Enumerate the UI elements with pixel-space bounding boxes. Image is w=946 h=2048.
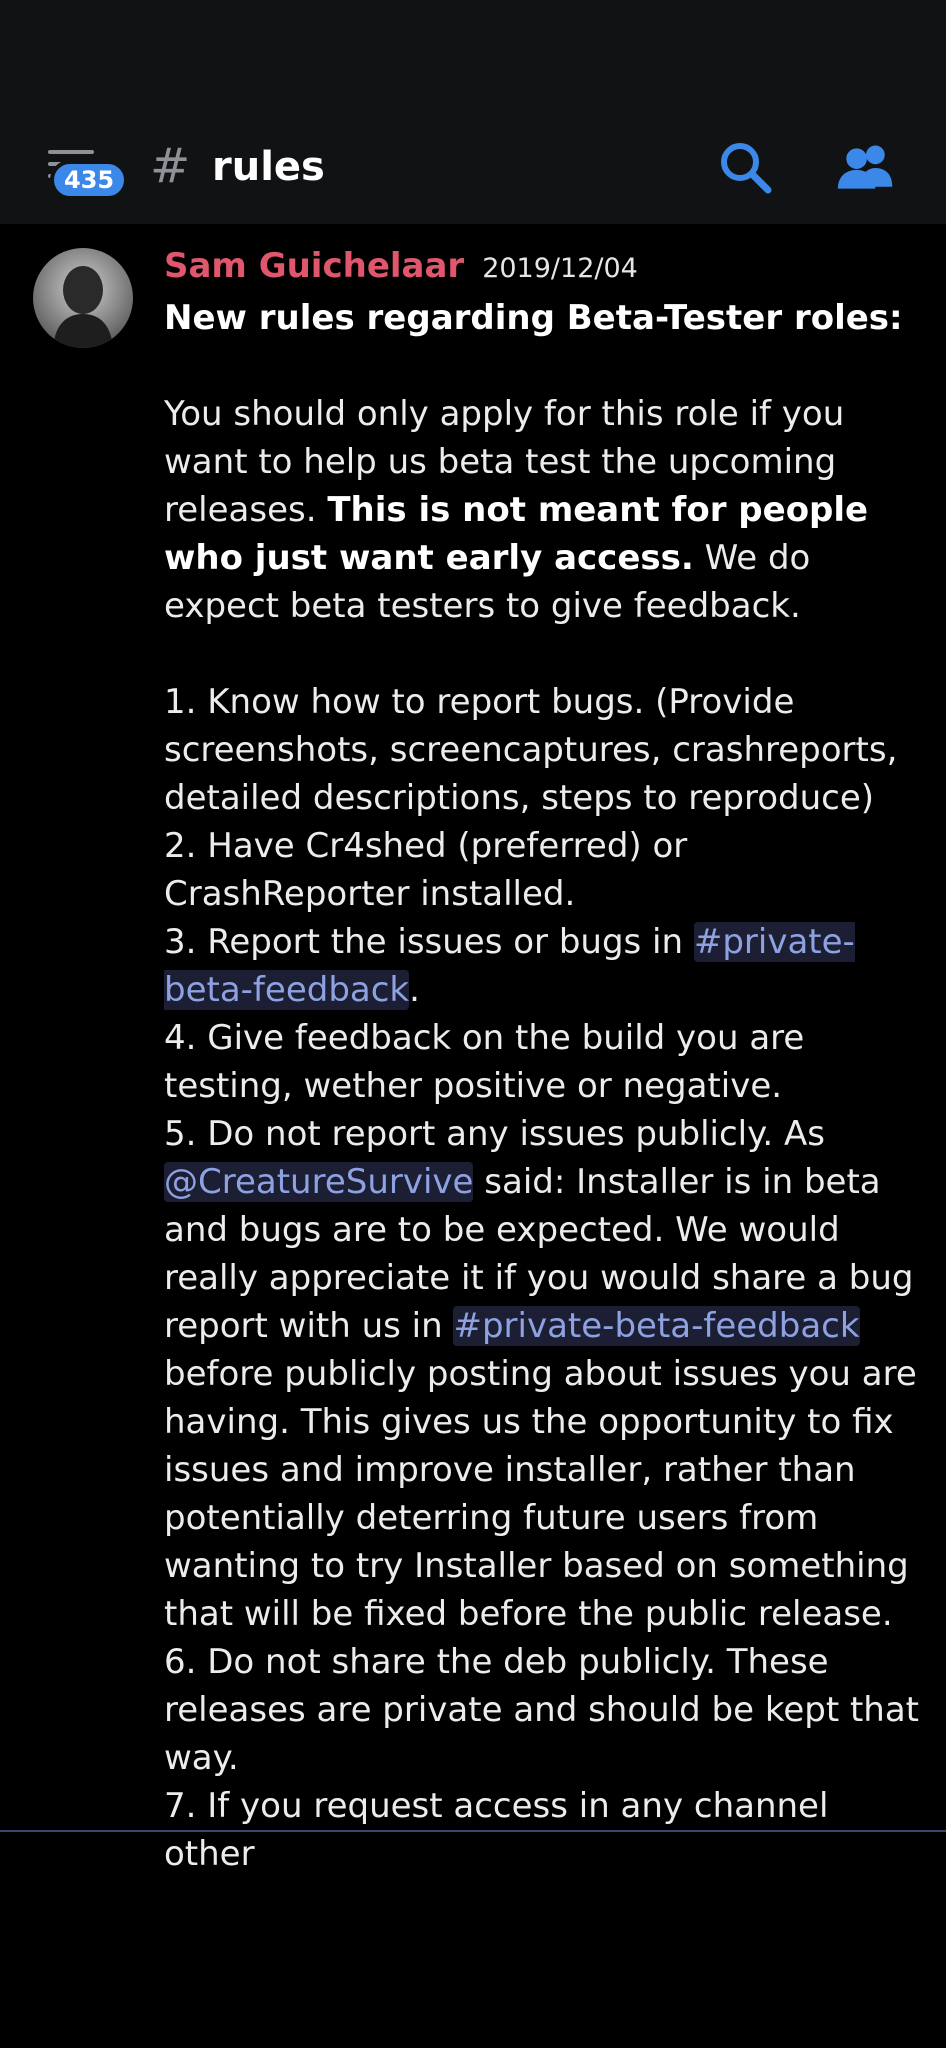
- message-body: New rules regarding Beta-Tester roles: Y…: [164, 294, 924, 1878]
- message: Sam Guichelaar 2019/12/04 New rules regar…: [164, 236, 924, 1878]
- search-icon[interactable]: [716, 138, 776, 198]
- rule-item: 6. Do not share the deb publicly. These …: [164, 1642, 930, 1778]
- message-timestamp: 2019/12/04: [482, 253, 638, 284]
- channel-title: rules: [212, 144, 325, 190]
- menu-bar: [48, 150, 94, 154]
- rule-item-end: .: [409, 970, 420, 1010]
- rule-item: 5. Do not report any issues publicly. As: [164, 1114, 836, 1154]
- channel-header: 435 # rules: [0, 0, 946, 224]
- rule-item: 4. Give feedback on the build you are te…: [164, 1018, 816, 1106]
- rule-item: 3. Report the issues or bugs in: [164, 922, 694, 962]
- channel-hash-icon: #: [150, 138, 191, 194]
- rule-item-cont: before publicly posting about issues you…: [164, 1306, 928, 1634]
- user-mention-link[interactable]: @CreatureSurvive: [164, 1162, 474, 1202]
- message-title: New rules regarding Beta-Tester roles:: [164, 298, 903, 338]
- members-icon[interactable]: [836, 138, 896, 198]
- rule-item: 2. Have Cr4shed (preferred) or CrashRepo…: [164, 826, 699, 914]
- unread-mentions-badge: 435: [50, 160, 129, 200]
- avatar[interactable]: [33, 248, 133, 348]
- message-header: Sam Guichelaar 2019/12/04: [164, 236, 924, 296]
- rule-item: 1. Know how to report bugs. (Provide scr…: [164, 682, 909, 818]
- channel-mention-link[interactable]: #private-beta-feedback: [453, 1306, 860, 1346]
- new-messages-divider: [0, 1830, 946, 1832]
- message-author[interactable]: Sam Guichelaar: [164, 246, 464, 286]
- avatar-image: [53, 266, 113, 348]
